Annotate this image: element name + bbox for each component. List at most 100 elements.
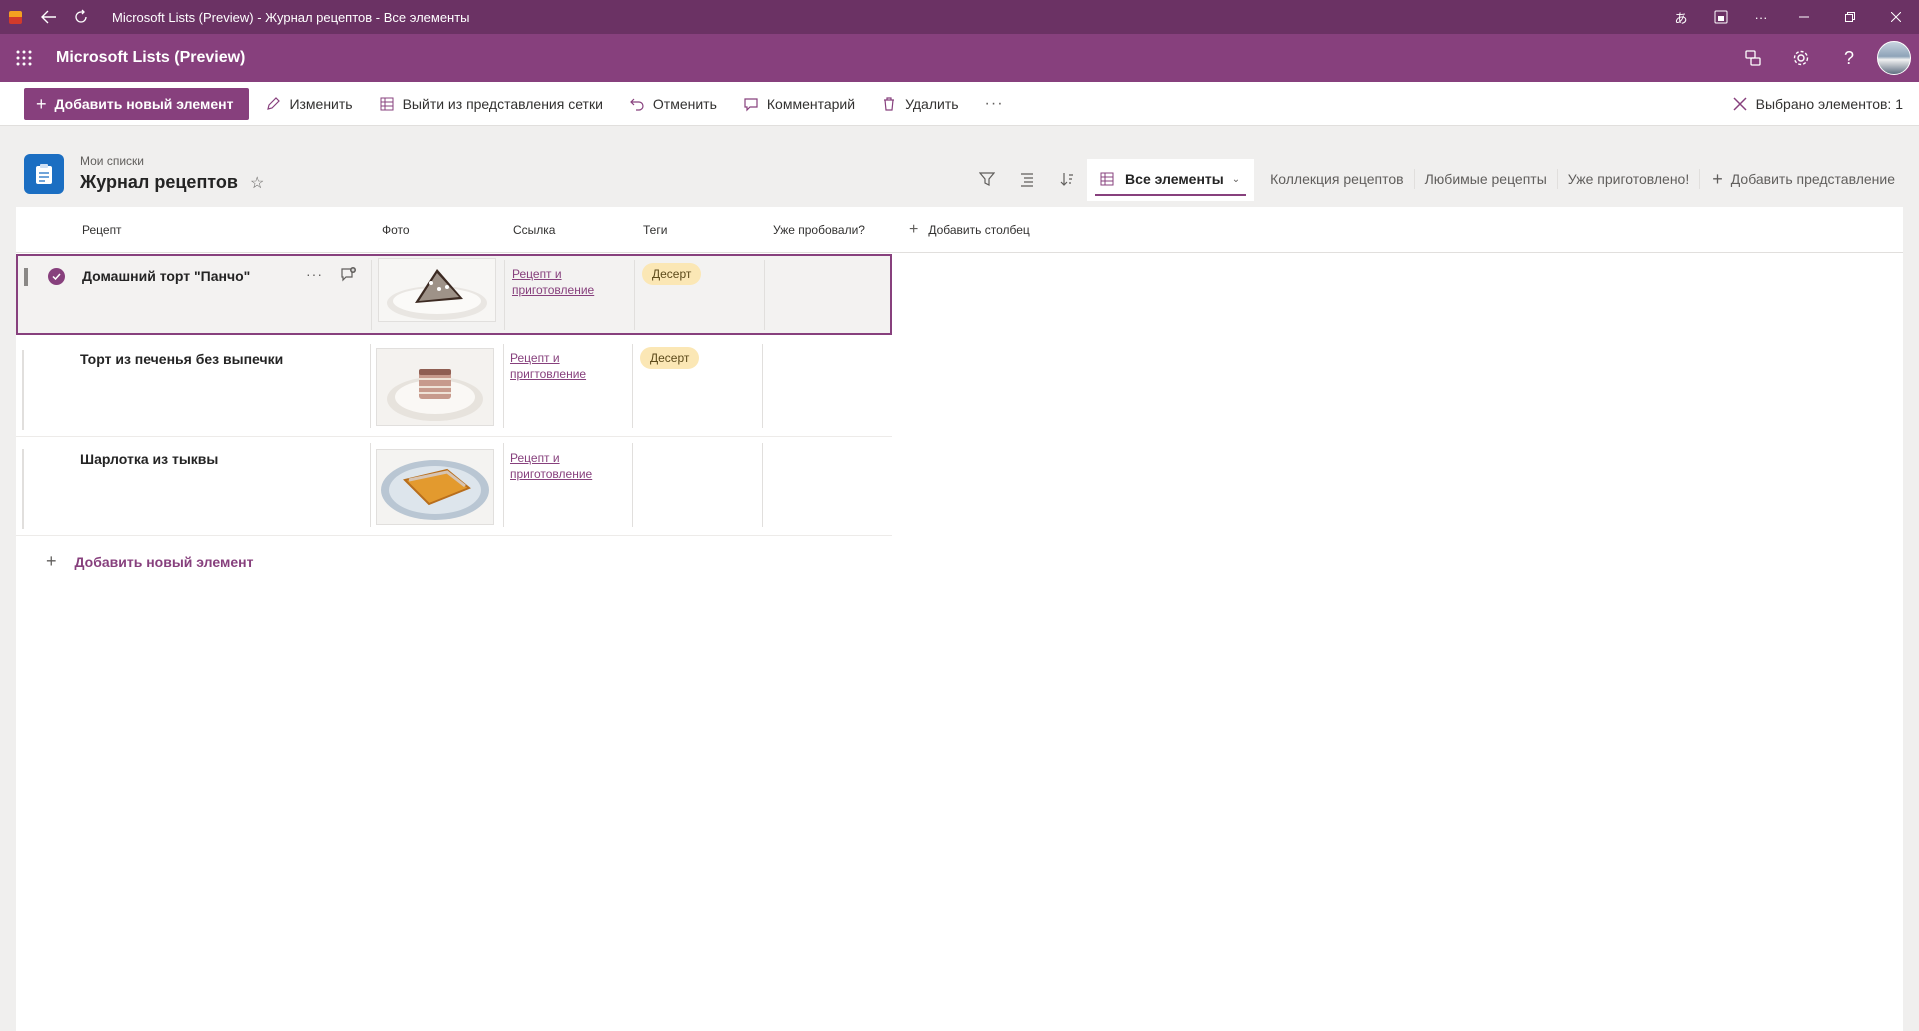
recipe-link[interactable]: Рецепт и приготовление [510, 450, 620, 482]
close-window-button[interactable] [1873, 0, 1919, 34]
add-view-button[interactable]: + Добавить представление [1700, 169, 1903, 190]
waffle-icon [16, 50, 32, 66]
recipe-title[interactable]: Шарлотка из тыквы [80, 451, 218, 467]
read-aloud-button[interactable]: あ [1661, 0, 1701, 34]
restore-button[interactable] [1827, 0, 1873, 34]
column-header-photo[interactable]: Фото [382, 207, 410, 253]
list-grid: Рецепт Фото Ссылка Теги Уже пробовали? +… [16, 207, 1903, 1031]
settings-more-button[interactable]: ··· [1741, 0, 1781, 34]
more-commands-button[interactable]: ··· [975, 88, 1014, 120]
minimize-button[interactable] [1781, 0, 1827, 34]
cake-photo-image [377, 349, 493, 425]
table-row[interactable]: Шарлотка из тыквы Рецепт и приготовление [16, 437, 892, 535]
list-header: Мои списки Журнал рецептов ☆ Все элемент… [0, 126, 1919, 206]
tab-favorite-recipes[interactable]: Любимые рецепты [1415, 169, 1558, 189]
app-title[interactable]: Microsoft Lists (Preview) [56, 49, 245, 67]
sort-button[interactable] [1047, 160, 1087, 198]
chevron-down-icon[interactable]: ⌄ [1232, 174, 1240, 185]
command-bar: + Добавить новый элемент Изменить Выйти … [0, 82, 1919, 126]
tag-badge: Десерт [640, 347, 700, 369]
feedback-icon [1745, 50, 1761, 66]
selection-status[interactable]: Выбрано элементов: 1 [1732, 82, 1903, 126]
drag-handle[interactable] [24, 268, 28, 286]
column-header-tags[interactable]: Теги [643, 207, 667, 253]
column-header-tried[interactable]: Уже пробовали? [773, 207, 865, 253]
close-icon [1891, 12, 1901, 22]
column-divider [503, 344, 504, 428]
app-launcher-button[interactable] [0, 34, 48, 82]
row-divider [16, 535, 892, 536]
header-divider [16, 252, 1903, 253]
translate-icon: あ [1674, 10, 1688, 26]
filter-button[interactable] [967, 160, 1007, 198]
tab-recipe-collection[interactable]: Коллекция рецептов [1260, 169, 1415, 189]
list-icon [24, 154, 64, 194]
edit-button[interactable]: Изменить [255, 88, 362, 120]
clipboard-icon [36, 164, 52, 184]
recipe-link[interactable]: Рецепт и пригтовление [510, 350, 620, 382]
comment-icon [744, 97, 758, 111]
app-icon [9, 10, 22, 24]
minimize-icon [1799, 16, 1809, 18]
column-divider [370, 443, 371, 527]
row-more-button[interactable]: ··· [306, 266, 323, 282]
undo-label: Отменить [652, 95, 717, 112]
recipe-photo[interactable] [376, 348, 494, 426]
edit-label: Изменить [289, 95, 353, 112]
add-column-button[interactable]: + Добавить столбец [909, 207, 1030, 253]
recipe-photo[interactable] [378, 258, 496, 322]
window-titlebar: Microsoft Lists (Preview) - Журнал рецеп… [0, 0, 1919, 34]
favorite-star-icon[interactable]: ☆ [250, 173, 264, 193]
app-available-button[interactable] [1701, 0, 1741, 34]
add-new-item-link[interactable]: + Добавить новый элемент [46, 551, 253, 572]
table-row[interactable]: Торт из печенья без выпечки Рецепт и при… [16, 338, 892, 436]
column-header-recipe[interactable]: Рецепт [82, 207, 122, 253]
recipe-photo[interactable] [376, 449, 494, 525]
column-header-link[interactable]: Ссылка [513, 207, 555, 253]
group-button[interactable] [1007, 160, 1047, 198]
checkmark-icon[interactable] [48, 268, 65, 285]
exit-grid-view-button[interactable]: Выйти из представления сетки [369, 88, 613, 120]
plus-icon: + [1712, 168, 1723, 189]
grid-icon [1100, 172, 1114, 186]
add-comment-icon[interactable] [340, 266, 358, 289]
filter-icon [979, 172, 996, 186]
plus-icon: + [46, 551, 57, 571]
drag-handle[interactable] [22, 350, 25, 430]
app-header: Microsoft Lists (Preview) ? [0, 34, 1919, 82]
add-new-item-label: Добавить новый элемент [54, 95, 234, 112]
add-new-item-button[interactable]: + Добавить новый элемент [24, 87, 250, 120]
cake-photo-image [379, 259, 495, 321]
column-divider [762, 344, 763, 428]
breadcrumb[interactable]: Мои списки [80, 154, 144, 168]
add-column-label: Добавить столбец [928, 223, 1030, 237]
drag-handle[interactable] [22, 449, 25, 529]
share-feedback-button[interactable] [1729, 34, 1777, 82]
help-button[interactable]: ? [1825, 34, 1873, 82]
window-title: Microsoft Lists (Preview) - Журнал рецеп… [112, 9, 470, 25]
more-icon: ··· [1754, 9, 1768, 25]
tab-already-cooked[interactable]: Уже приготовлено! [1558, 169, 1701, 189]
recipe-title[interactable]: Домашний торт "Панчо" [82, 268, 250, 284]
back-button[interactable] [34, 0, 64, 34]
recipe-title[interactable]: Торт из печенья без выпечки [80, 351, 283, 367]
list-title[interactable]: Журнал рецептов [80, 172, 238, 193]
delete-button[interactable]: Удалить [871, 88, 968, 120]
refresh-button[interactable] [66, 0, 96, 34]
column-divider [764, 260, 765, 330]
settings-button[interactable] [1777, 34, 1825, 82]
tab-all-items[interactable]: Все элементы ⌄ [1087, 159, 1255, 201]
avatar[interactable] [1877, 41, 1911, 75]
column-divider [634, 260, 635, 330]
pencil-icon [267, 96, 281, 110]
recipe-link[interactable]: Рецепт и приготовление [512, 266, 622, 298]
comment-button[interactable]: Комментарий [733, 88, 865, 120]
column-divider [632, 344, 633, 428]
table-row[interactable]: Домашний торт "Панчо" ··· Рецепт и приго… [16, 254, 892, 335]
page-title: Журнал рецептов ☆ [80, 172, 264, 193]
undo-button[interactable]: Отменить [619, 88, 727, 120]
column-divider [504, 260, 505, 330]
selected-count: Выбрано элементов: 1 [1755, 96, 1903, 112]
view-toolbar: Все элементы ⌄ Коллекция рецептов Любимы… [967, 159, 1903, 201]
app-install-icon [1714, 10, 1728, 24]
